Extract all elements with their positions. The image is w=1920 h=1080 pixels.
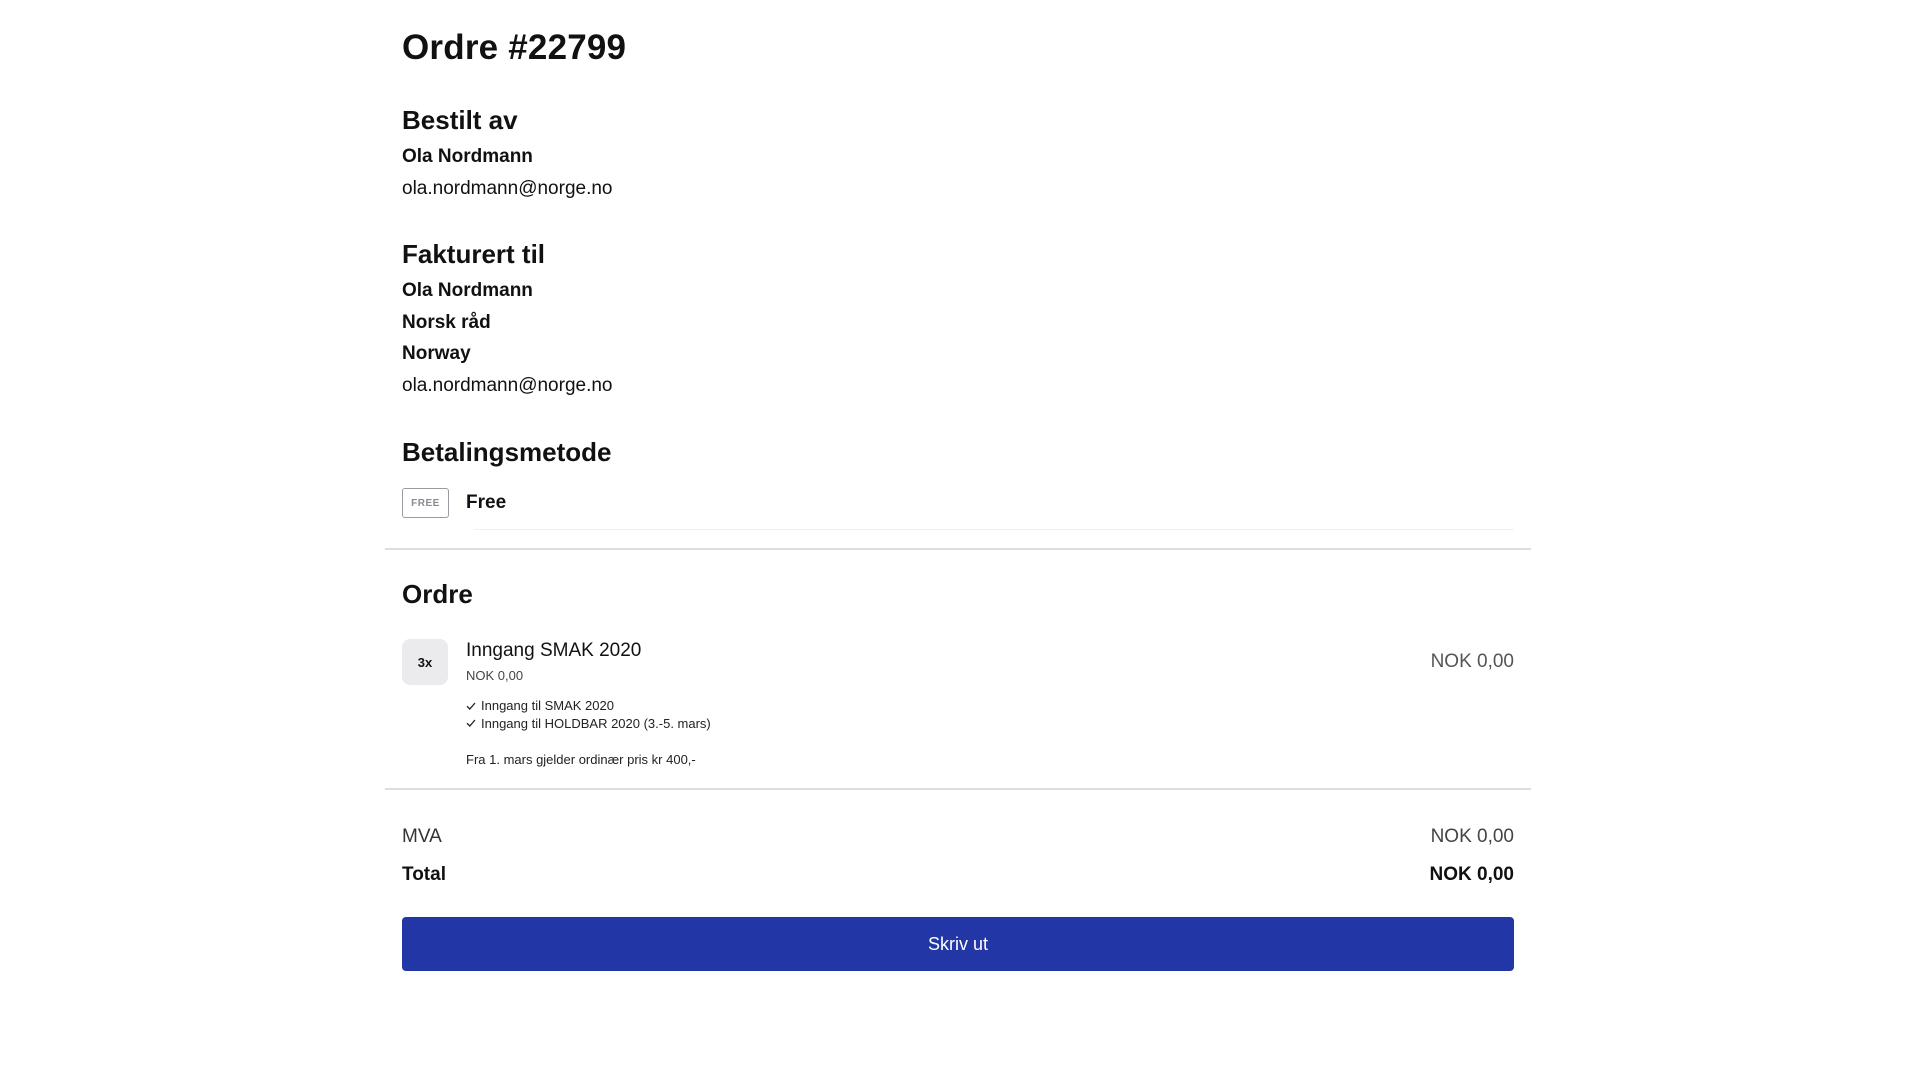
item-line-total: NOK 0,00 bbox=[1430, 651, 1514, 672]
billed-to-name: Ola Nordmann bbox=[402, 280, 533, 301]
payment-method-row: FREE Free bbox=[402, 488, 1514, 518]
payment-method-label: Free bbox=[466, 492, 507, 513]
billed-to-country: Norway bbox=[402, 343, 471, 364]
check-icon bbox=[466, 702, 476, 710]
section-divider bbox=[385, 788, 1531, 790]
list-item: 3x Inngang SMAK 2020 NOK 0,00 Inngang ti… bbox=[402, 639, 1514, 768]
order-container: Ordre #22799 Bestilt av Ola Nordmann ola… bbox=[385, 0, 1531, 971]
order-items-section: Ordre 3x Inngang SMAK 2020 NOK 0,00 Inng… bbox=[402, 578, 1514, 768]
quantity-badge: 3x bbox=[402, 639, 448, 685]
payment-method-badge: FREE bbox=[402, 488, 449, 518]
order-receipt-page: Ordre #22799 Bestilt av Ola Nordmann ola… bbox=[0, 0, 1920, 1080]
item-features: Inngang til SMAK 2020 Inngang til HOLDBA… bbox=[466, 697, 1514, 732]
totals-section: MVA NOK 0,00 Total NOK 0,00 bbox=[402, 825, 1514, 887]
item-name: Inngang SMAK 2020 bbox=[466, 640, 642, 661]
section-divider bbox=[385, 548, 1531, 550]
payment-underline bbox=[474, 529, 1514, 530]
item-unit-price: NOK 0,00 bbox=[466, 668, 524, 683]
feature-text: Inngang til SMAK 2020 bbox=[481, 698, 614, 713]
feature-line: Inngang til HOLDBAR 2020 (3.-5. mars) bbox=[466, 715, 1514, 733]
billed-to-heading: Fakturert til bbox=[402, 239, 546, 269]
payment-section: Betalingsmetode FREE Free bbox=[402, 436, 1514, 530]
feature-line: Inngang til SMAK 2020 bbox=[466, 697, 1514, 715]
vat-label: MVA bbox=[402, 826, 442, 847]
ordered-by-heading: Bestilt av bbox=[402, 105, 518, 135]
print-button[interactable]: Skriv ut bbox=[402, 917, 1514, 971]
vat-row: MVA NOK 0,00 bbox=[402, 825, 1514, 849]
ordered-by-name: Ola Nordmann bbox=[402, 146, 533, 167]
billed-to-section: Fakturert til Ola Nordmann Norsk råd Nor… bbox=[402, 238, 1514, 401]
total-row: Total NOK 0,00 bbox=[402, 863, 1514, 887]
item-note: Fra 1. mars gjelder ordinær pris kr 400,… bbox=[466, 752, 696, 767]
order-items-heading: Ordre bbox=[402, 579, 473, 609]
ordered-by-email: ola.nordmann@norge.no bbox=[402, 177, 613, 199]
vat-value: NOK 0,00 bbox=[1430, 826, 1514, 847]
ordered-by-section: Bestilt av Ola Nordmann ola.nordmann@nor… bbox=[402, 104, 1514, 204]
total-label: Total bbox=[402, 864, 446, 885]
billed-to-organization: Norsk råd bbox=[402, 311, 491, 333]
billed-to-email: ola.nordmann@norge.no bbox=[402, 374, 613, 396]
payment-heading: Betalingsmetode bbox=[402, 437, 612, 467]
page-title: Ordre #22799 bbox=[402, 28, 627, 67]
feature-text: Inngang til HOLDBAR 2020 (3.-5. mars) bbox=[481, 715, 711, 731]
total-value: NOK 0,00 bbox=[1429, 864, 1514, 885]
item-details: Inngang SMAK 2020 NOK 0,00 Inngang til S… bbox=[466, 639, 1514, 768]
check-icon bbox=[466, 719, 476, 728]
